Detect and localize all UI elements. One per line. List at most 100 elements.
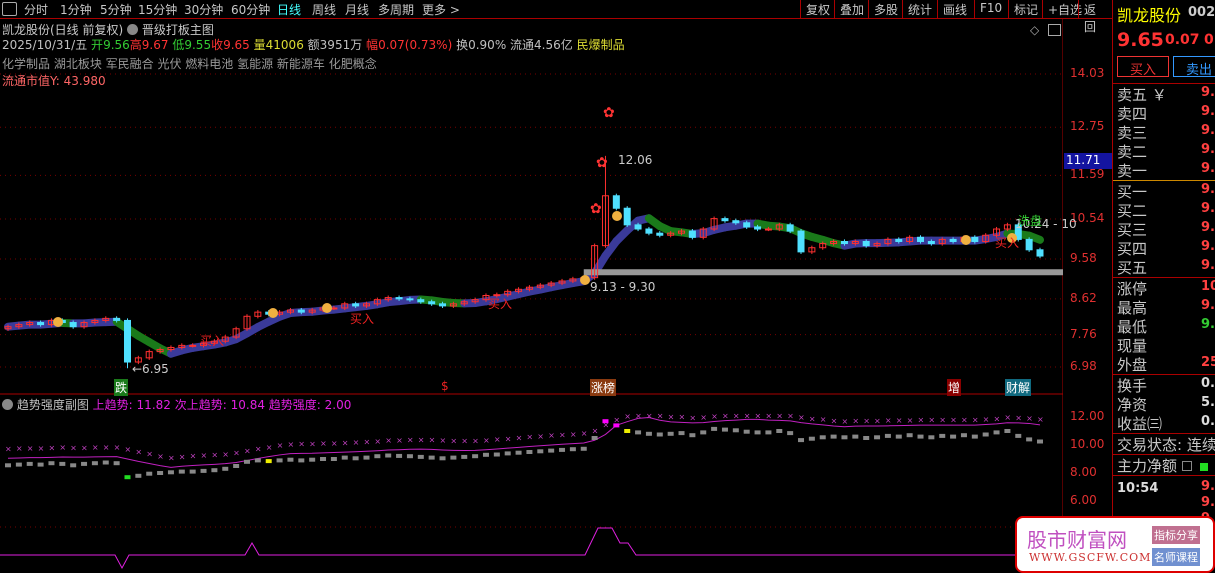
dropdown-icon[interactable]: [2, 399, 13, 410]
upper-trend-mark: ×: [135, 448, 142, 457]
strength-mark: [81, 461, 88, 466]
row-value: 9.: [1201, 201, 1215, 216]
strength-mark: [711, 426, 718, 431]
candle-body: [656, 232, 664, 236]
upper-trend-mark: ×: [950, 416, 957, 425]
change: 0.07(0.73%): [378, 38, 453, 52]
upper-trend-mark: ×: [1026, 414, 1033, 423]
period-tab[interactable]: 1分钟: [60, 1, 92, 18]
sub-axis-label: 8.00: [1070, 465, 1097, 479]
period-tab[interactable]: 5分钟: [100, 1, 132, 18]
diamond-icon[interactable]: ◇: [1030, 23, 1039, 37]
panel-toggle-icon[interactable]: [1048, 24, 1061, 36]
runner-icon: [612, 211, 622, 221]
toolbar-button[interactable]: 多股: [868, 0, 903, 19]
strength-mark: [559, 447, 566, 452]
period-tab[interactable]: 日线: [277, 1, 301, 18]
toolbar-button[interactable]: 复权: [800, 0, 835, 19]
toolbar-button[interactable]: 画线: [937, 0, 972, 19]
strength-mark: [243, 459, 250, 464]
strength-mark: [1026, 437, 1033, 442]
upper-trend-mark: ×: [1037, 415, 1044, 424]
period-tab[interactable]: 更多 >: [422, 1, 460, 18]
close-label: 收: [211, 38, 224, 52]
sub-axis-label: 12.00: [1070, 409, 1105, 423]
mcap-value: 43.980: [63, 74, 106, 88]
candle-body: [395, 297, 403, 300]
row-value: 9.: [1201, 258, 1215, 273]
upper-trend-mark: ×: [233, 449, 240, 458]
sub-axis-label: 6.00: [1070, 493, 1097, 507]
candle-body: [743, 222, 751, 228]
row-value: 9.: [1201, 123, 1215, 138]
strength-mark: [787, 431, 794, 436]
indicator-name[interactable]: 晋级打板主图: [142, 23, 214, 37]
strength-mark: [26, 461, 33, 466]
upper-trend-mark: ×: [331, 439, 338, 448]
quote-row: 卖二 9.: [1117, 141, 1215, 161]
upper-trend-mark: ×: [744, 412, 751, 421]
range-annotation: 9.13 - 9.30: [590, 280, 656, 294]
sell-button[interactable]: 卖出: [1173, 56, 1215, 78]
upper-trend-mark: ×: [440, 436, 447, 445]
period-tab[interactable]: 60分钟: [231, 1, 270, 18]
sector[interactable]: 民爆制品: [577, 38, 625, 52]
candle-body: [797, 230, 805, 253]
strength-mark: [450, 455, 457, 460]
candle-body: [634, 224, 642, 230]
high-label: 高: [129, 38, 142, 52]
strength-mark: [526, 450, 533, 454]
low-label: 低: [172, 38, 185, 52]
upper-trend-mark: ×: [374, 437, 381, 446]
buy-button[interactable]: 买入: [1117, 56, 1169, 78]
candle-body: [1025, 238, 1033, 251]
sub-title[interactable]: 趋势强度副图: [17, 398, 89, 412]
row-label: 外盘: [1117, 356, 1148, 374]
dropdown-icon[interactable]: [127, 24, 139, 35]
period-tab[interactable]: 30分钟: [184, 1, 223, 18]
upper-trend-mark: ×: [179, 452, 186, 461]
toolbar-button[interactable]: 叠加: [834, 0, 869, 19]
strength-mark: [689, 433, 696, 438]
period-tab[interactable]: 分时: [24, 1, 48, 18]
concepts: 化学制品 湖北板块 军民融合 光伏 燃料电池 氢能源 新能源车 化肥概念: [2, 57, 377, 71]
toolbar-button[interactable]: F10: [974, 0, 1007, 19]
candle-body: [688, 230, 696, 238]
strength-mark: [5, 463, 11, 468]
candle-body: [37, 322, 45, 326]
period-tab[interactable]: 15分钟: [138, 1, 177, 18]
strength-mark: [515, 450, 522, 455]
strength-mark: [960, 433, 967, 438]
toolbar-button[interactable]: 返回: [1078, 0, 1112, 34]
strength-mark: [830, 434, 837, 439]
upper-trend-mark: ×: [494, 435, 501, 444]
strength-mark: [374, 454, 381, 459]
candle-body: [971, 236, 979, 242]
row-value: 9.: [1201, 239, 1215, 254]
period-tab[interactable]: 月线: [345, 1, 369, 18]
toolbar-button[interactable]: 标记: [1008, 0, 1043, 19]
buy-signal: 买入: [200, 334, 225, 348]
kline-chart[interactable]: × × × × × × × × × × × × × × × × × × × × × × × × × × × × × × × × × × × × × × × ×…: [0, 0, 1063, 573]
toolbar-button[interactable]: 统计: [902, 0, 937, 19]
upper-trend-mark: ×: [907, 416, 914, 425]
candle-body: [428, 301, 436, 305]
candle-body: [645, 228, 653, 234]
open: 9.56: [103, 38, 130, 52]
period-tab[interactable]: 多周期: [378, 1, 414, 18]
strength-mark: [635, 430, 642, 435]
layout-toggle-icon[interactable]: [2, 2, 17, 16]
strength-mark: [1037, 439, 1043, 444]
upper-trend-mark: ×: [874, 416, 881, 425]
row-value: 5.: [1201, 395, 1215, 410]
vol-label: 量: [253, 38, 266, 52]
y-axis-label: 14.03: [1070, 66, 1105, 80]
menu-icon[interactable]: [1181, 461, 1192, 471]
turnover: 换0.90%: [456, 38, 507, 52]
strength-mark: [124, 475, 131, 480]
row-value: 9.: [1201, 182, 1215, 197]
quote-row: 卖一 9.: [1117, 160, 1215, 180]
strength-mark: [580, 446, 587, 451]
candle-body: [623, 207, 631, 226]
period-tab[interactable]: 周线: [312, 1, 336, 18]
